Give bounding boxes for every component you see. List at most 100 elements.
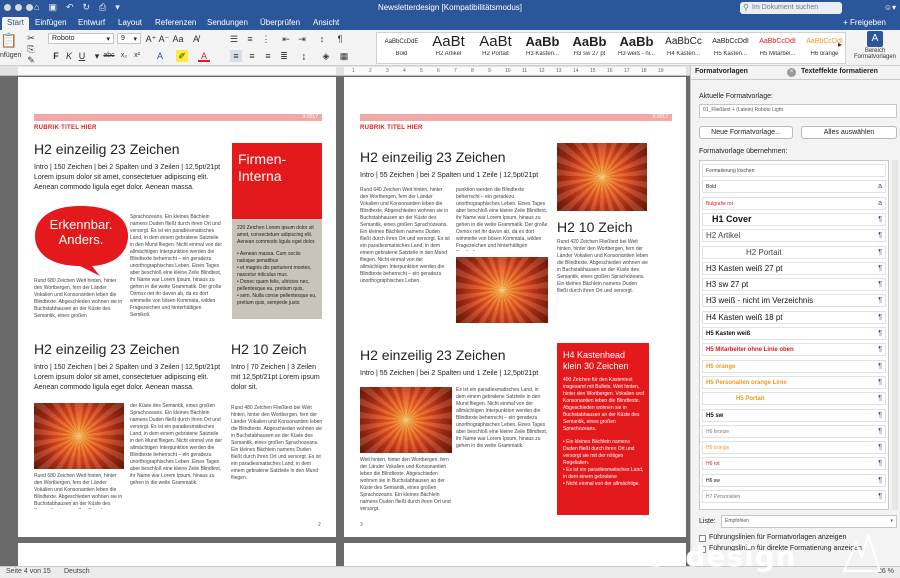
style-h4-kasten[interactable]: AaBbCc H4 Kasten...	[661, 33, 706, 63]
select-all-button[interactable]: Alles auswählen	[801, 126, 897, 139]
style-list-item[interactable]: H6 rot ¶	[702, 457, 886, 471]
strikethrough-icon[interactable]: abc	[103, 50, 115, 62]
align-left-icon[interactable]: ≡	[230, 50, 242, 62]
share-label: Freigeben	[849, 18, 886, 27]
style-list-item[interactable]: H2 Artikel ¶	[702, 229, 886, 243]
shading-icon[interactable]: ◈	[320, 50, 332, 62]
ruler-tick-label: 2	[369, 68, 372, 74]
paste-label[interactable]: nfügen	[0, 52, 21, 59]
style-list-item[interactable]: H7 Personalien ¶	[702, 490, 886, 503]
style-list-item[interactable]: H5 Mitarbeiter ohne Linie oben ¶	[702, 343, 886, 357]
style-list-item[interactable]: H3 weiß - nicht im Verzeichnis ¶	[702, 294, 886, 308]
style-bold[interactable]: AaBbCcDdE Bold	[379, 33, 424, 63]
new-style-button[interactable]: Neue Formatvorlage...	[699, 126, 793, 139]
list-filter-select[interactable]: Empfohlen ▾	[721, 515, 897, 528]
superscript-icon[interactable]: x²	[131, 50, 143, 62]
subscript-icon[interactable]: x₂	[118, 50, 130, 62]
italic-icon[interactable]: K	[63, 50, 75, 62]
style-list-item[interactable]: Bulgrafie rot a	[702, 196, 886, 210]
decrease-indent-icon[interactable]: ⇤	[280, 33, 292, 45]
change-case-icon[interactable]: Aa	[172, 33, 184, 45]
underline-icon[interactable]: U	[76, 50, 88, 62]
share-button[interactable]: + Freigeben	[843, 18, 886, 27]
tab-einfuegen[interactable]: Einfügen	[30, 17, 72, 30]
style-h2-artikel[interactable]: AaBt H2 Artikel	[426, 33, 471, 63]
style-list-item[interactable]: H6 bronze ¶	[702, 424, 886, 438]
style-list-item[interactable]: H5 sw ¶	[702, 408, 886, 422]
shrink-font-icon[interactable]: A⁻	[158, 33, 170, 45]
tab-texteffekte[interactable]: Texteffekte formatieren	[801, 68, 878, 75]
box-text: 400 Zeichen für den Kastentext insgesamt…	[563, 377, 645, 432]
page-indicator[interactable]: Seite 4 von 15	[6, 568, 51, 575]
tab-sendungen[interactable]: Sendungen	[202, 17, 253, 30]
list-item-text: sem. Nulla conse pellentesque eu, pretiu…	[237, 293, 317, 306]
grow-font-icon[interactable]: A⁺	[145, 33, 157, 45]
style-list-item[interactable]: H5 Portait ¶	[702, 392, 886, 406]
numbering-icon[interactable]: ≡	[244, 33, 256, 45]
style-list-item[interactable]: H5 orange ¶	[702, 359, 886, 373]
style-list-item[interactable]: Bold a	[702, 180, 886, 194]
document-page[interactable]: 3-2017 RUBRIK TITEL HIER H2 einzeilig 23…	[344, 77, 686, 537]
intro-text: Intro | 150 Zeichen | bei 2 Spalten und …	[34, 364, 221, 391]
sort-icon[interactable]: ↕	[316, 33, 328, 45]
style-list-item[interactable]: H5 Kasten weiß ¶	[702, 327, 886, 340]
tab-entwurf[interactable]: Entwurf	[73, 17, 110, 30]
style-h5-mitarbeiter[interactable]: AaBbCcDdI H5 Mitarbei...	[755, 33, 800, 63]
paste-icon[interactable]: 📋	[0, 33, 17, 47]
style-list-item-label: Bulgrafie rot	[706, 200, 733, 207]
style-list-item[interactable]: H1 Cover ¶	[702, 212, 886, 226]
style-h3-kasten[interactable]: AaBb H3 Kasten...	[520, 33, 565, 63]
font-name-select[interactable]: Roboto ▾	[48, 33, 114, 44]
styles-pane-button[interactable]: A Bereich Formatvorlagen	[852, 31, 898, 65]
bullets-icon[interactable]: ☰	[228, 33, 240, 45]
tab-layout[interactable]: Layout	[113, 17, 147, 30]
list-item: • sem. Nulla conse pellentesque eu, pret…	[237, 293, 317, 306]
style-h5-kasten[interactable]: AaBbCcDdI H5 Kasten...	[708, 33, 753, 63]
bold-icon[interactable]: F	[50, 50, 62, 62]
style-list-item[interactable]: H6 orange ¶	[702, 441, 886, 455]
multilevel-list-icon[interactable]: ⋮	[260, 33, 272, 45]
current-style-field[interactable]: 01_Fließtext + (Latein) Roboto Light	[699, 104, 897, 118]
style-h3-sw[interactable]: AaBb H3 sw 27 pt	[567, 33, 612, 63]
horizontal-ruler[interactable]: 1 2 3 4 5 6 7 8 9 10 11 12 13 14 15 16 17 18 19	[0, 66, 690, 76]
style-list-item[interactable]: H2 Portait ¶	[702, 245, 886, 259]
style-h2-portait[interactable]: AaBt H2 Portait	[473, 33, 518, 63]
language-indicator[interactable]: Deutsch	[64, 568, 90, 575]
line-spacing-icon[interactable]: ↨	[298, 50, 310, 62]
style-list-item[interactable]: H3 Kasten weiß 27 pt ¶	[702, 261, 886, 275]
tab-ueberpruefen[interactable]: Überprüfen	[255, 17, 305, 30]
gallery-more-icon[interactable]: ▸	[838, 40, 842, 49]
style-list[interactable]: Formatierung löschen Bold a Bulgrafie rot a H…	[699, 160, 889, 510]
format-painter-icon[interactable]: ✎	[25, 54, 37, 66]
search-input[interactable]: ⚲ Im Dokument suchen	[740, 2, 842, 14]
align-center-icon[interactable]: ≡	[246, 50, 258, 62]
tab-start[interactable]: Start	[2, 17, 29, 30]
style-list-item[interactable]: H6 sw ¶	[702, 473, 886, 487]
document-page[interactable]: 3-2017 RUBRIK TITEL HIER H2 einzeilig 23…	[18, 77, 336, 537]
style-preview: AaBbCcDdE	[384, 39, 419, 45]
close-icon[interactable]: ×	[787, 68, 796, 77]
highlight-icon[interactable]: ✐	[176, 50, 188, 62]
chevron-down-icon[interactable]: ▾	[91, 50, 103, 62]
style-list-item[interactable]: H3 sw 27 pt ¶	[702, 278, 886, 292]
style-h3-weiss[interactable]: AaBb H3 weiß - ni...	[614, 33, 659, 63]
show-marks-icon[interactable]: ¶	[334, 33, 346, 45]
borders-icon[interactable]: ▦	[338, 50, 350, 62]
tab-ansicht[interactable]: Ansicht	[308, 17, 344, 30]
align-right-icon[interactable]: ≡	[262, 50, 274, 62]
justify-icon[interactable]: ≣	[278, 50, 290, 62]
tab-referenzen[interactable]: Referenzen	[150, 17, 201, 30]
style-type-icon: ¶	[878, 460, 882, 468]
next-page-top	[18, 543, 336, 566]
user-icon[interactable]: ☺▾	[884, 3, 896, 12]
font-size-select[interactable]: 9 ▾	[117, 33, 141, 44]
text-effects-icon[interactable]: A	[154, 50, 166, 62]
style-list-item[interactable]: H4 Kasten weiß 18 pt ¶	[702, 310, 886, 324]
scrollbar[interactable]	[892, 160, 898, 510]
font-color-icon[interactable]: A	[198, 50, 210, 62]
style-list-item[interactable]: H5 Personalien orange Linie ¶	[702, 375, 886, 389]
tab-formatvorlagen[interactable]: Formatvorlagen	[695, 68, 748, 75]
style-list-item[interactable]: Formatierung löschen	[702, 164, 886, 177]
increase-indent-icon[interactable]: ⇥	[296, 33, 308, 45]
clear-format-icon[interactable]: A̸	[190, 33, 202, 45]
